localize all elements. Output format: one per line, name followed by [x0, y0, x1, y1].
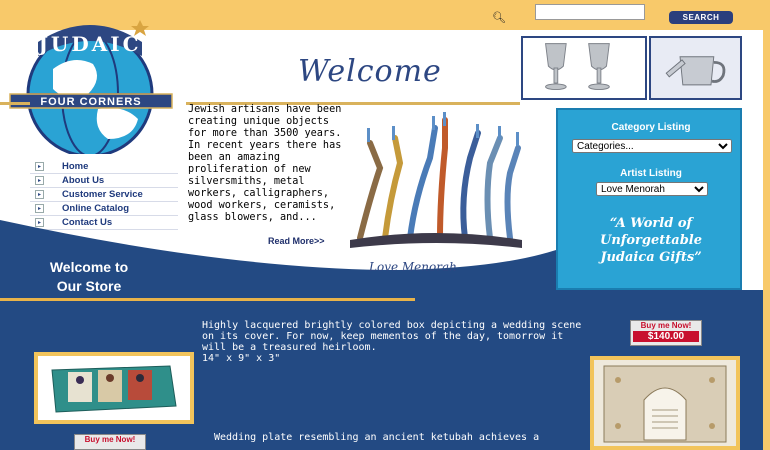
intro-paragraph: Jewish artisans have been creating uniqu…	[188, 104, 342, 223]
logo-text-bottom: FOUR CORNERS	[40, 96, 141, 108]
tagline: “A World of Unforgettable Judaica Gifts”	[558, 215, 744, 266]
tagline-line-3: Judaica Gifts”	[600, 250, 702, 265]
tagline-line-1: “A World of	[609, 216, 693, 231]
nav-item-label: Customer Service	[62, 189, 143, 200]
chevron-right-icon: ▸	[35, 176, 44, 185]
header-image-kiddush-cups	[521, 36, 647, 100]
welcome-store-line-1: Welcome to	[49, 259, 129, 275]
chevron-right-icon: ▸	[35, 190, 44, 199]
product-1-image[interactable]	[34, 352, 194, 424]
header-image-washing-cup	[649, 36, 742, 100]
nav-item-about-us[interactable]: ▸ About Us	[30, 174, 178, 188]
nav-item-customer-service[interactable]: ▸ Customer Service	[30, 188, 178, 202]
product-2-description: Wedding plate resembling an ancient ketu…	[214, 432, 540, 443]
nav-item-label: Home	[62, 161, 89, 172]
product-1-dimensions: 14" x 9" x 3"	[202, 353, 281, 364]
nav-item-home[interactable]: ▸ Home	[30, 160, 178, 174]
artist-heading: Artist Listing	[620, 168, 682, 179]
search-icon: 🔍︎	[492, 11, 506, 24]
search-input[interactable]	[535, 4, 645, 20]
buy-now-button[interactable]: Buy me Now! $140.00	[630, 320, 702, 346]
buy-now-button-2[interactable]: Buy me Now!	[74, 434, 146, 450]
price-label: $140.00	[633, 331, 699, 342]
buy-now-label: Buy me Now!	[640, 321, 692, 330]
love-menorah-image[interactable]	[340, 108, 530, 263]
product-1-description: Highly lacquered brightly colored box de…	[202, 320, 582, 364]
buy-now-label: Buy me Now!	[84, 435, 136, 444]
welcome-store-line-2: Our Store	[56, 278, 122, 294]
artist-select[interactable]: Love Menorah	[596, 182, 708, 196]
welcome-heading: Welcome	[298, 54, 442, 89]
tagline-line-2: Unforgettable	[600, 233, 702, 248]
gold-divider	[0, 298, 415, 301]
category-heading: Category Listing	[611, 122, 691, 133]
menorah-caption: Love Menorah	[369, 260, 457, 274]
welcome-store-heading: Welcome to Our Store	[24, 258, 154, 296]
logo[interactable]: JUDAIC FOUR CORNERS	[8, 14, 188, 154]
logo-text-top: JUDAIC	[36, 32, 141, 56]
nav-item-label: About Us	[62, 175, 105, 186]
category-panel: Category Listing Categories... Artist Li…	[556, 108, 742, 290]
product-1-text: Highly lacquered brightly colored box de…	[202, 320, 582, 353]
search-button[interactable]: SEARCH	[669, 11, 733, 24]
category-select[interactable]: Categories...	[572, 139, 732, 153]
chevron-right-icon: ▸	[35, 162, 44, 171]
left-divider	[0, 102, 30, 105]
product-2-image[interactable]	[590, 356, 740, 450]
